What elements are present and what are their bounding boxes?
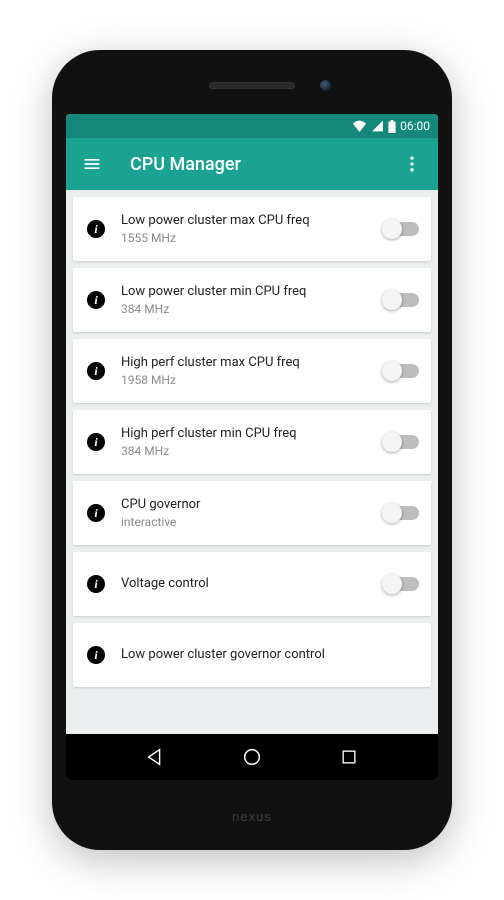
info-icon[interactable]: i (87, 433, 105, 451)
info-icon[interactable]: i (87, 220, 105, 238)
device-frame: 06:00 CPU Manager i Low power cluster max… (52, 50, 452, 850)
overflow-menu-button[interactable] (392, 144, 432, 184)
settings-row[interactable]: i Low power cluster max CPU freq1555 MHz (73, 197, 431, 261)
device-camera (320, 80, 331, 91)
nav-recents-button[interactable] (329, 737, 369, 777)
row-texts: CPU governorinteractive (121, 497, 369, 530)
settings-list: iLow power cluster max CPU freq1555 MHzi… (66, 190, 438, 734)
settings-row[interactable]: i Low power cluster min CPU freq384 MHz (73, 268, 431, 332)
screen: 06:00 CPU Manager i Low power cluster max… (66, 114, 438, 780)
cell-signal-icon (371, 120, 384, 132)
hamburger-icon (82, 154, 102, 174)
info-icon[interactable]: i (87, 362, 105, 380)
android-nav-bar (66, 734, 438, 780)
row-title: CPU governor (121, 497, 369, 514)
toggle-switch[interactable] (385, 293, 419, 307)
more-vert-icon (402, 154, 422, 174)
row-texts: Low power cluster max CPU freq1555 MHz (121, 213, 369, 246)
status-time: 06:00 (400, 119, 430, 133)
info-icon[interactable]: i (87, 646, 105, 664)
row-texts: High perf cluster min CPU freq384 MHz (121, 426, 369, 459)
info-icon[interactable]: i (87, 504, 105, 522)
settings-row[interactable]: i CPU governorinteractive (73, 481, 431, 545)
row-texts: Low power cluster min CPU freq384 MHz (121, 284, 369, 317)
row-title: Voltage control (121, 576, 369, 593)
info-icon[interactable]: i (87, 575, 105, 593)
nav-home-button[interactable] (232, 737, 272, 777)
home-icon (241, 746, 263, 768)
toggle-switch[interactable] (385, 577, 419, 591)
row-subtitle: 384 MHz (121, 444, 369, 458)
toggle-switch[interactable] (385, 364, 419, 378)
settings-row[interactable]: i High perf cluster min CPU freq384 MHz (73, 410, 431, 474)
info-icon[interactable]: i (87, 291, 105, 309)
device-brand: nexus (232, 809, 272, 824)
status-bar: 06:00 (66, 114, 438, 138)
row-texts: Low power cluster governor control (121, 647, 419, 664)
toggle-switch[interactable] (385, 435, 419, 449)
settings-row[interactable]: i Voltage control (73, 552, 431, 616)
row-title: High perf cluster min CPU freq (121, 426, 369, 443)
wifi-icon (352, 120, 367, 132)
toggle-switch[interactable] (385, 506, 419, 520)
row-texts: High perf cluster max CPU freq1958 MHz (121, 355, 369, 388)
row-title: High perf cluster max CPU freq (121, 355, 369, 372)
app-bar: CPU Manager (66, 138, 438, 190)
row-subtitle: 1958 MHz (121, 373, 369, 387)
row-subtitle: 1555 MHz (121, 231, 369, 245)
settings-row[interactable]: i Low power cluster governor control (73, 623, 431, 687)
menu-button[interactable] (72, 144, 112, 184)
row-title: Low power cluster max CPU freq (121, 213, 369, 230)
row-subtitle: interactive (121, 515, 369, 529)
nav-back-button[interactable] (135, 737, 175, 777)
recents-icon (339, 747, 359, 767)
row-title: Low power cluster min CPU freq (121, 284, 369, 301)
device-speaker (209, 82, 295, 89)
row-texts: Voltage control (121, 576, 369, 593)
back-icon (144, 746, 166, 768)
toggle-switch[interactable] (385, 222, 419, 236)
settings-row[interactable]: i High perf cluster max CPU freq1958 MHz (73, 339, 431, 403)
app-title: CPU Manager (112, 154, 392, 175)
row-title: Low power cluster governor control (121, 647, 419, 664)
row-subtitle: 384 MHz (121, 302, 369, 316)
battery-icon (388, 120, 396, 133)
